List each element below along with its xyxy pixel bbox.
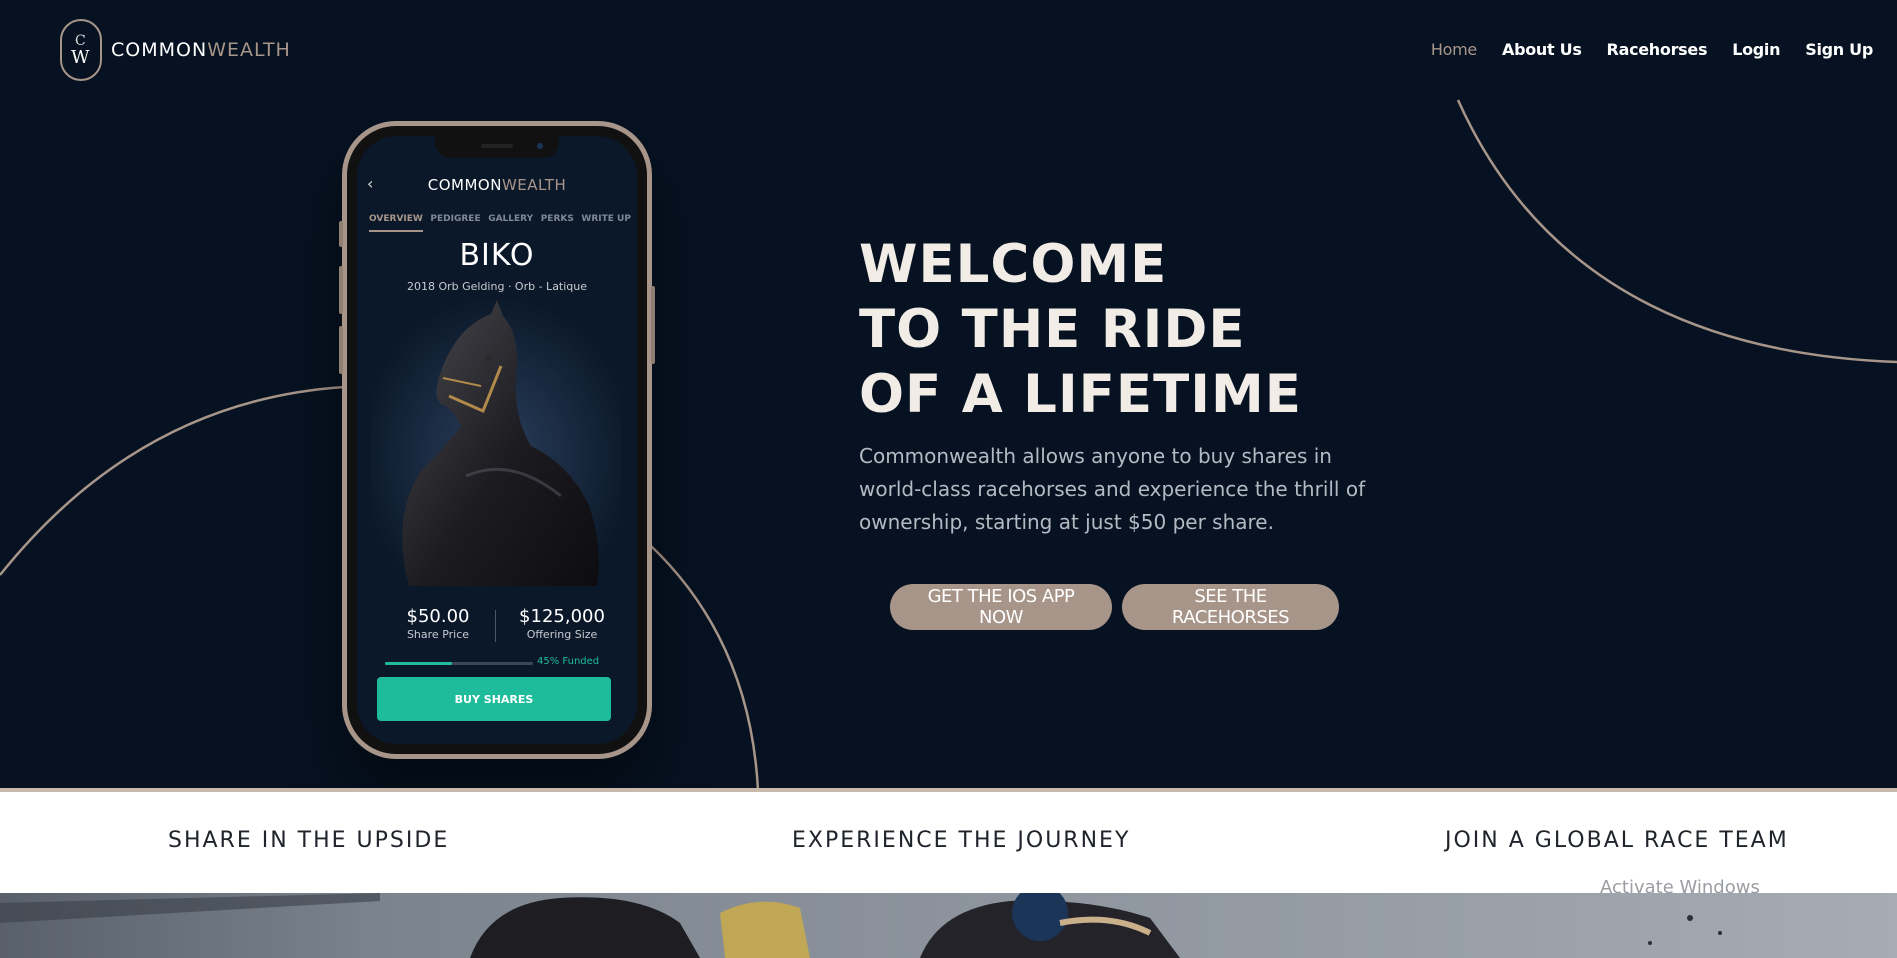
nav-home[interactable]: Home [1431,40,1477,59]
nav-about-us[interactable]: About Us [1502,40,1582,59]
feature-global-race-team: JOIN A GLOBAL RACE TEAM [1445,828,1789,853]
app-tab-gallery: GALLERY [488,214,534,224]
offering-size-stat: $125,000 Offering Size [507,606,617,641]
features-bar: SHARE IN THE UPSIDE EXPERIENCE THE JOURN… [0,788,1897,898]
horse-photo [371,296,621,586]
hero-title-line-3: OF A LIFETIME [859,364,1302,425]
app-title: COMMONWEALTH [357,176,637,194]
offering-size-value: $125,000 [519,606,605,627]
site-header: C W COMMONWEALTH Home About Us Racehorse… [0,0,1897,100]
nav-login[interactable]: Login [1732,40,1780,59]
get-ios-app-button[interactable]: GET THE IOS APP NOW [890,584,1112,630]
phone-mute-button [339,221,343,247]
hero-title-line-2: TO THE RIDE [859,299,1246,360]
app-tab-overview: OVERVIEW [369,214,423,232]
logo-text-wealth: WEALTH [207,39,291,61]
share-price-label: Share Price [406,628,470,641]
logo-badge-icon: C W [60,19,102,81]
main-nav: Home About Us Racehorses Login Sign Up [1431,40,1873,59]
stat-divider [495,610,496,642]
phone-screen: ‹ COMMONWEALTH OVERVIEW PEDIGREE GALLERY… [357,136,637,744]
share-price-stat: $50.00 Share Price [383,606,493,641]
app-title-wealth: WEALTH [501,176,567,194]
hero-description: Commonwealth allows anyone to buy shares… [859,444,1366,534]
offering-size-label: Offering Size [526,628,598,641]
see-racehorses-button[interactable]: SEE THE RACEHORSES [1122,584,1339,630]
app-tab-pedigree: PEDIGREE [430,214,481,224]
app-title-common: COMMON [427,176,502,194]
nav-sign-up[interactable]: Sign Up [1805,40,1873,59]
nav-racehorses[interactable]: Racehorses [1607,40,1708,59]
horse-subtitle: 2018 Orb Gelding · Orb - Latique [406,280,588,293]
app-tab-write-up: WRITE UP [581,214,631,224]
phone-bezel: ‹ COMMONWEALTH OVERVIEW PEDIGREE GALLERY… [347,126,647,754]
racing-photo [0,893,1897,958]
phone-volume-down-button [339,326,343,374]
hero-title-line-1: WELCOME [859,234,1168,295]
feature-experience-journey: EXPERIENCE THE JOURNEY [792,828,1131,853]
phone-volume-up-button [339,266,343,314]
phone-notch [435,136,559,158]
buy-shares-button[interactable]: BUY SHARES [377,677,611,721]
app-tab-perks: PERKS [540,214,574,224]
logo-badge-w: W [71,47,90,68]
horse-name: BIKO [459,238,535,273]
hero-title: WELCOME TO THE RIDE OF A LIFETIME [859,232,1302,427]
funding-progress-bar [385,662,533,665]
camera-icon [537,143,543,149]
share-price-value: $50.00 [406,606,470,627]
speaker-icon [481,144,513,148]
funded-label: 45% Funded [537,656,600,667]
logo-wordmark: COMMONWEALTH [111,39,291,61]
funding-progress-fill [385,662,452,665]
feature-share-upside: SHARE IN THE UPSIDE [168,828,450,853]
logo-text-common: COMMON [111,39,208,61]
phone-power-button [651,286,655,364]
app-tabs: OVERVIEW PEDIGREE GALLERY PERKS WRITE UP [369,214,631,232]
phone-mockup: ‹ COMMONWEALTH OVERVIEW PEDIGREE GALLERY… [339,121,655,759]
brand-logo[interactable]: C W COMMONWEALTH [60,19,291,81]
racing-photo-shapes [0,893,1722,958]
